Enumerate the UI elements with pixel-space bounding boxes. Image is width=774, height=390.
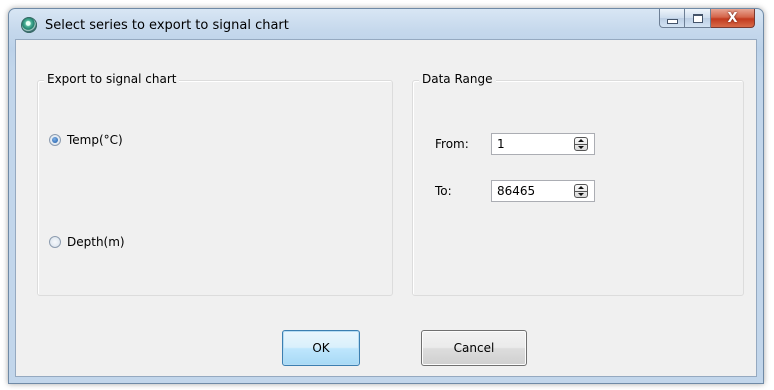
radio-temp-circle[interactable]: [49, 134, 61, 146]
window-title: Select series to export to signal chart: [45, 18, 289, 33]
dialog-client-area: Export to signal chart Temp(°C) Depth(m)…: [15, 39, 757, 377]
radio-temp[interactable]: Temp(°C): [49, 133, 123, 147]
spin-down-icon: [578, 192, 584, 196]
from-spin-down-button[interactable]: [575, 145, 587, 151]
radio-depth[interactable]: Depth(m): [49, 235, 125, 249]
to-label: To:: [435, 184, 452, 198]
to-spin-down-button[interactable]: [575, 192, 587, 198]
to-input[interactable]: 86465: [497, 184, 567, 198]
maximize-button[interactable]: [685, 9, 711, 28]
radio-depth-label[interactable]: Depth(m): [67, 235, 125, 249]
from-label: From:: [435, 137, 469, 151]
data-range-group-title: Data Range: [419, 72, 496, 86]
radio-temp-label[interactable]: Temp(°C): [67, 133, 123, 147]
spin-up-icon: [578, 186, 584, 190]
caption-buttons: X: [659, 9, 755, 29]
radio-selected-dot: [52, 137, 58, 143]
to-spin-buttons: [574, 184, 588, 198]
minimize-button[interactable]: [659, 9, 685, 28]
close-button[interactable]: X: [711, 9, 755, 28]
cancel-button[interactable]: Cancel: [421, 330, 527, 366]
app-globe-icon: [21, 17, 37, 33]
maximize-icon: [692, 13, 703, 23]
ok-button[interactable]: OK: [282, 330, 360, 366]
export-group-title: Export to signal chart: [44, 72, 180, 86]
from-input[interactable]: 1: [497, 137, 567, 151]
minimize-icon: [666, 18, 678, 24]
export-groupbox: Export to signal chart Temp(°C) Depth(m): [37, 72, 393, 296]
close-icon: X: [727, 10, 738, 26]
from-spinbox[interactable]: 1: [491, 133, 595, 155]
to-spinbox[interactable]: 86465: [491, 180, 595, 202]
radio-depth-circle[interactable]: [49, 236, 61, 248]
dialog-window: Select series to export to signal chart …: [8, 8, 764, 384]
title-bar[interactable]: Select series to export to signal chart …: [9, 9, 763, 39]
from-spin-buttons: [574, 137, 588, 151]
data-range-groupbox: Data Range From: 1 To: 86465: [412, 72, 744, 296]
spin-down-icon: [578, 145, 584, 149]
spin-up-icon: [578, 139, 584, 143]
